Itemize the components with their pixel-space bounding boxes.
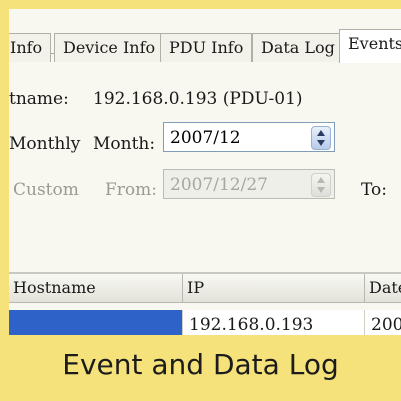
tab-events[interactable]: Events xyxy=(339,29,401,63)
from-value: 2007/12/27 xyxy=(170,175,268,195)
from-field[interactable]: 2007/12/27 xyxy=(163,169,335,199)
custom-option[interactable]: Custom xyxy=(13,180,79,200)
column-ip[interactable]: IP xyxy=(183,274,365,302)
tab-info[interactable]: Info xyxy=(9,33,52,62)
column-date[interactable]: Date xyxy=(365,274,401,302)
grid-header: Hostname IP Date xyxy=(9,272,401,303)
month-field[interactable]: 2007/12 xyxy=(163,122,335,152)
from-label: From: xyxy=(105,180,158,200)
spin-up-icon[interactable] xyxy=(317,177,325,183)
month-spinner[interactable] xyxy=(311,126,331,150)
tab-device-info[interactable]: Device Info xyxy=(54,33,165,62)
cell-date[interactable]: 2007 xyxy=(365,310,401,335)
monthly-option[interactable]: Monthly xyxy=(9,134,80,154)
tab-pdu-info[interactable]: PDU Info xyxy=(160,33,253,62)
table-row[interactable]: 192.168.0.193 2007 xyxy=(9,310,401,335)
spin-down-icon[interactable] xyxy=(317,140,325,146)
from-spinner[interactable] xyxy=(311,173,331,197)
hostname-value: 192.168.0.193 (PDU-01) xyxy=(93,89,303,109)
spin-up-icon[interactable] xyxy=(317,130,325,136)
month-label: Month: xyxy=(93,134,156,154)
spin-down-icon[interactable] xyxy=(317,187,325,193)
cell-hostname[interactable] xyxy=(9,310,183,335)
caption: Event and Data Log xyxy=(62,348,339,381)
app-panel: Info Device Info PDU Info Data Log Event… xyxy=(9,9,401,335)
hostname-label: tname: xyxy=(9,89,69,109)
month-value: 2007/12 xyxy=(170,128,241,148)
to-label: To: xyxy=(361,180,387,200)
column-hostname[interactable]: Hostname xyxy=(9,274,183,302)
tab-strip: Info Device Info PDU Info Data Log Event… xyxy=(9,19,401,63)
tab-data-log[interactable]: Data Log xyxy=(252,33,344,62)
cell-ip[interactable]: 192.168.0.193 xyxy=(183,310,365,335)
